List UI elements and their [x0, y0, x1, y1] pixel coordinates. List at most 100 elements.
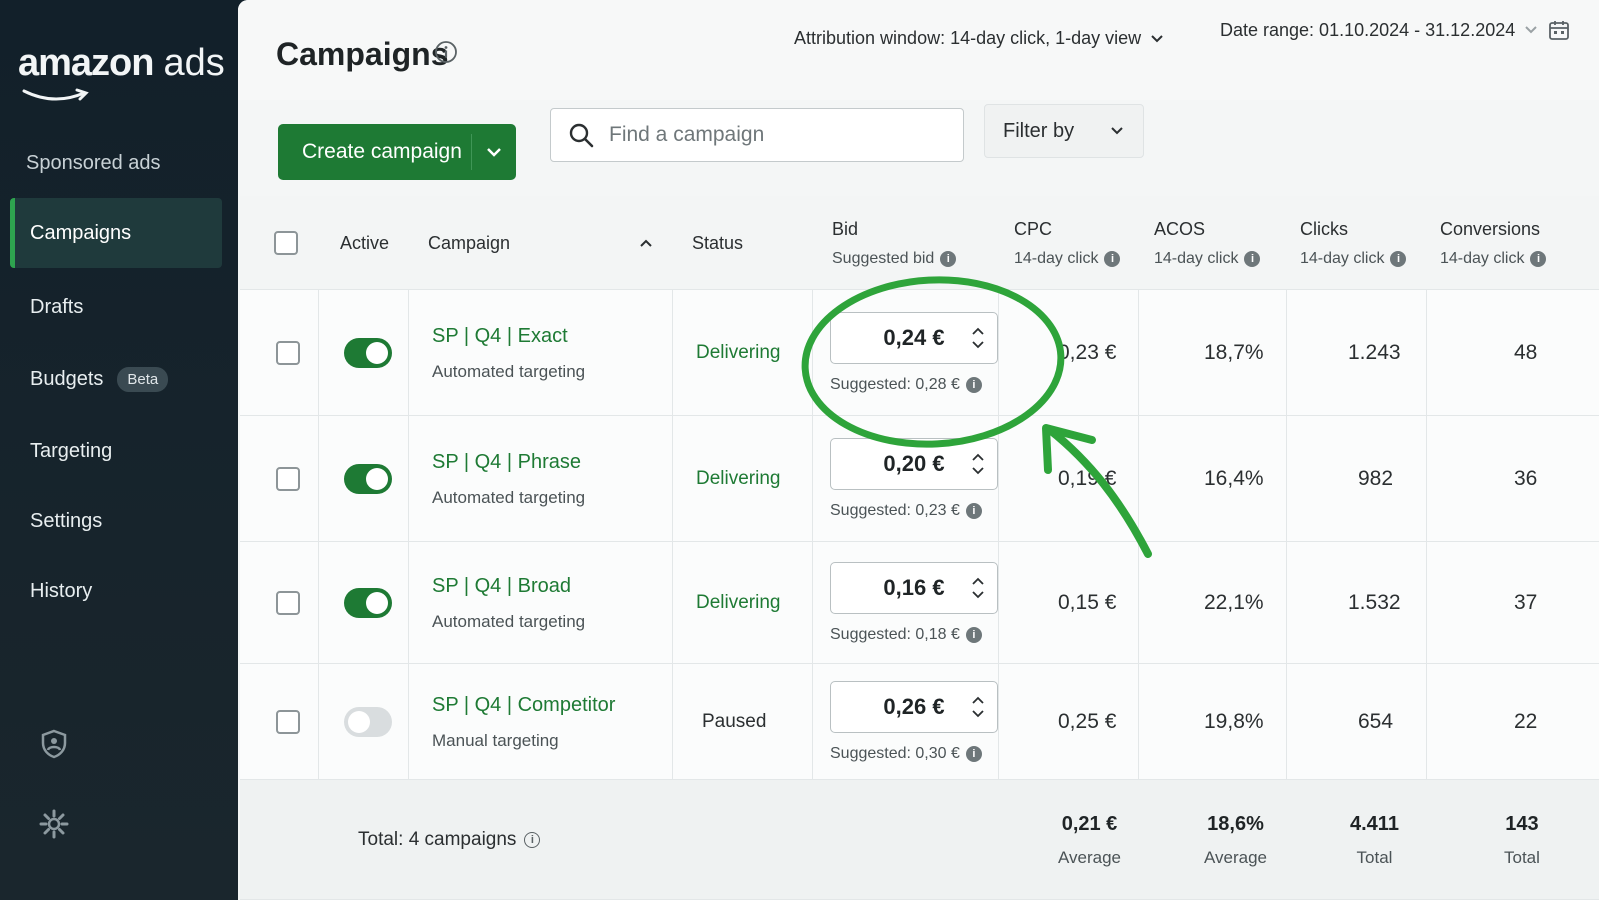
calendar-icon[interactable] — [1547, 18, 1571, 42]
sidebar-item-history[interactable]: History — [10, 556, 222, 626]
status-label: Paused — [702, 711, 767, 732]
campaign-table: Active Campaign Status Bid Suggested bid… — [240, 196, 1599, 900]
total-acos-value: 18,6% — [1207, 812, 1264, 835]
create-campaign-button[interactable]: Create campaign — [278, 124, 516, 180]
active-toggle[interactable] — [344, 464, 392, 494]
sidebar-item-settings[interactable]: Settings — [10, 486, 222, 556]
cpc-value: 0,23 € — [1058, 341, 1117, 364]
stepper-arrows-icon[interactable] — [971, 449, 985, 479]
info-icon[interactable]: i — [940, 250, 957, 267]
beta-badge: Beta — [117, 366, 169, 392]
campaign-targeting: Manual targeting — [432, 730, 559, 750]
acos-value: 16,4% — [1204, 467, 1264, 490]
clicks-value: 1.532 — [1348, 591, 1401, 614]
column-header-campaign-label: Campaign — [428, 232, 511, 253]
totals-row: Total: 4 campaigns i 0,21 € Average 18,6%… — [240, 780, 1599, 900]
info-icon[interactable]: i — [965, 503, 982, 519]
row-checkbox[interactable] — [276, 710, 300, 734]
table-row[interactable]: SP | Q4 | Competitor Manual targeting Pa… — [240, 664, 1599, 780]
attribution-window-dropdown[interactable]: Attribution window: 14-day click, 1-day … — [794, 28, 1165, 49]
conversions-value: 22 — [1514, 710, 1538, 733]
shield-icon[interactable] — [38, 728, 70, 760]
column-subheader-acos: 14-day click — [1154, 249, 1239, 267]
table-row[interactable]: SP | Q4 | Broad Automated targeting Deli… — [240, 542, 1599, 664]
row-checkbox[interactable] — [276, 467, 300, 491]
info-icon[interactable]: i — [1104, 250, 1121, 267]
suggested-bid: Suggested: 0,30 € — [830, 745, 960, 762]
row-checkbox[interactable] — [276, 591, 300, 615]
select-all-checkbox[interactable] — [274, 231, 298, 255]
chevron-down-icon — [1525, 26, 1537, 34]
info-icon[interactable]: i — [965, 627, 982, 643]
date-range-picker[interactable]: Date range: 01.10.2024 - 31.12.2024 — [1220, 18, 1571, 42]
date-range-label: Date range: 01.10.2024 - 31.12.2024 — [1220, 19, 1516, 40]
bid-input[interactable]: 0,24 € — [830, 312, 998, 364]
sidebar-item-label: History — [30, 579, 93, 602]
clicks-value: 982 — [1358, 467, 1394, 490]
logo-suffix: ads — [163, 42, 225, 84]
campaign-name-link[interactable]: SP | Q4 | Competitor — [432, 694, 615, 717]
info-icon[interactable]: i — [1390, 250, 1407, 267]
info-icon[interactable]: i — [1244, 250, 1261, 267]
info-icon[interactable]: i — [965, 746, 982, 762]
active-toggle[interactable] — [344, 588, 392, 618]
attribution-window-label: Attribution window: 14-day click, 1-day … — [794, 28, 1142, 48]
search-placeholder: Find a campaign — [609, 123, 765, 146]
active-toggle[interactable] — [344, 338, 392, 368]
top-bar: Campaigns Attribution window: 14-day cli… — [238, 0, 1599, 100]
chevron-down-icon[interactable] — [484, 142, 504, 162]
sidebar-item-label: Campaigns — [30, 221, 132, 244]
bid-value: 0,16 € — [883, 575, 945, 600]
column-subheader-bid: Suggested bid — [832, 249, 935, 267]
clicks-value: 654 — [1358, 710, 1394, 733]
suggested-bid: Suggested: 0,18 € — [830, 626, 960, 643]
sidebar: amazon ads Sponsored ads Campaigns Draft… — [0, 0, 248, 900]
column-header-cpc: CPC — [1014, 218, 1053, 239]
info-icon[interactable]: i — [965, 377, 982, 393]
info-icon[interactable]: i — [1530, 250, 1547, 267]
campaign-name-link[interactable]: SP | Q4 | Broad — [432, 575, 585, 598]
column-header-campaign[interactable]: Campaign — [428, 196, 658, 290]
amazon-ads-logo[interactable]: amazon ads — [18, 42, 225, 85]
active-toggle[interactable] — [344, 707, 392, 737]
sidebar-item-budgets[interactable]: Budgets Beta — [10, 344, 222, 414]
filter-label: Filter by — [1003, 119, 1075, 142]
filter-by-dropdown[interactable]: Filter by — [984, 104, 1144, 158]
table-row[interactable]: SP | Q4 | Exact Automated targeting Deli… — [240, 290, 1599, 416]
bid-input[interactable]: 0,20 € — [830, 438, 998, 490]
row-checkbox[interactable] — [276, 341, 300, 365]
campaign-name-link[interactable]: SP | Q4 | Exact — [432, 325, 585, 348]
bid-input[interactable]: 0,16 € — [830, 562, 998, 614]
suggested-bid: Suggested: 0,23 € — [830, 502, 960, 519]
info-icon[interactable] — [434, 40, 458, 64]
cpc-value: 0,25 € — [1058, 710, 1117, 733]
campaign-name-link[interactable]: SP | Q4 | Phrase — [432, 451, 585, 474]
table-row[interactable]: SP | Q4 | Phrase Automated targeting Del… — [240, 416, 1599, 542]
sidebar-item-targeting[interactable]: Targeting — [10, 416, 222, 486]
column-subheader-conversions: 14-day click — [1440, 249, 1525, 267]
search-input[interactable]: Find a campaign — [550, 108, 964, 162]
chevron-down-icon — [1151, 34, 1163, 42]
sort-ascending-icon[interactable] — [638, 235, 654, 251]
bid-value: 0,20 € — [883, 451, 945, 476]
sidebar-item-drafts[interactable]: Drafts — [10, 272, 222, 342]
sidebar-item-label: Budgets — [30, 367, 104, 390]
stepper-arrows-icon[interactable] — [971, 573, 985, 603]
bid-value: 0,26 € — [883, 694, 945, 719]
cpc-value: 0,15 € — [1058, 591, 1117, 614]
sidebar-section-label: Sponsored ads — [26, 152, 161, 174]
status-label: Delivering — [696, 468, 781, 489]
page-title: Campaigns — [276, 36, 449, 72]
bid-input[interactable]: 0,26 € — [830, 681, 998, 733]
info-icon[interactable]: i — [524, 832, 541, 848]
stepper-arrows-icon[interactable] — [971, 692, 985, 722]
sidebar-item-campaigns[interactable]: Campaigns — [10, 198, 222, 268]
button-divider — [471, 134, 472, 170]
sidebar-item-label: Targeting — [30, 439, 113, 462]
stepper-arrows-icon[interactable] — [971, 323, 985, 353]
logo-wordmark: amazon — [18, 42, 154, 84]
gear-icon[interactable] — [38, 808, 70, 840]
total-clicks-value: 4.411 — [1350, 812, 1399, 835]
column-header-active: Active — [340, 232, 390, 253]
smile-logo-icon — [22, 88, 89, 101]
